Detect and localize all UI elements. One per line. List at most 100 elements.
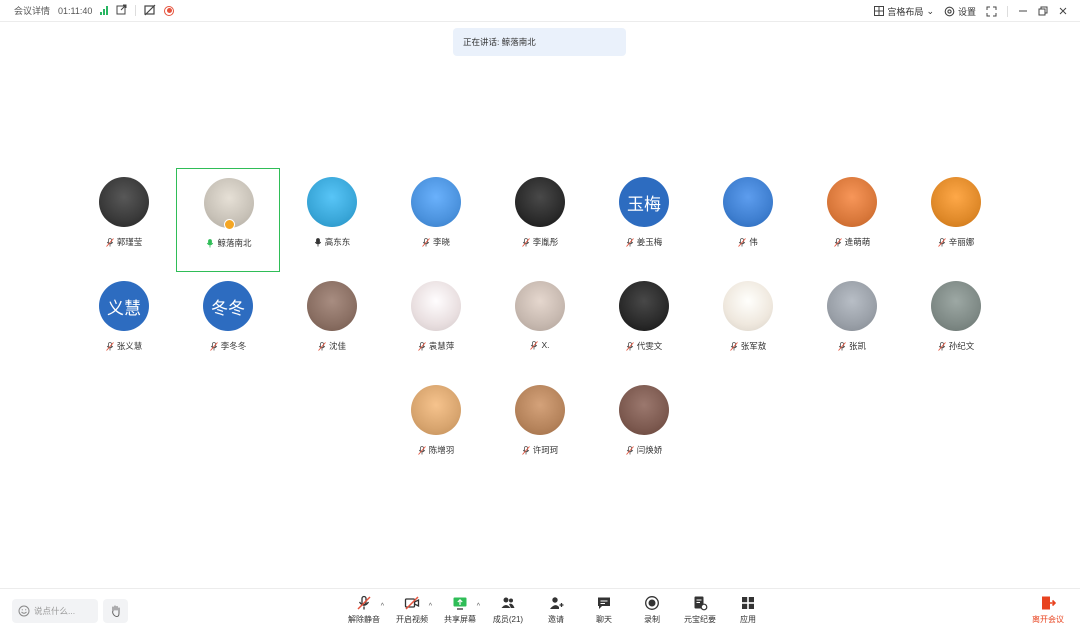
chat-placeholder: 说点什么... <box>34 606 76 616</box>
divider <box>135 5 137 16</box>
caret-up-icon[interactable]: ^ <box>381 603 384 610</box>
leave-label: 离开会议 <box>1032 615 1064 624</box>
participant-tile[interactable]: 冬冬 李冬冬 <box>176 272 280 376</box>
grid-icon <box>874 6 885 16</box>
mic-icon <box>314 237 321 246</box>
meeting-notes-button[interactable]: 元宝纪要 <box>676 595 724 625</box>
participant-tile[interactable]: 许珂珂 <box>488 376 592 480</box>
layout-selector[interactable]: 宫格布局 ⌄ <box>874 5 934 18</box>
avatar <box>515 385 565 435</box>
meeting-timer: 01:11:40 <box>58 5 93 16</box>
avatar <box>411 177 461 227</box>
participant-name-line: 逄萌萌 <box>800 236 904 248</box>
participant-tile[interactable]: 张军敖 <box>696 272 800 376</box>
avatar <box>307 177 357 227</box>
fullscreen-icon[interactable] <box>986 6 997 17</box>
participant-tile[interactable]: 闫焕娇 <box>592 376 696 480</box>
participant-tile[interactable]: 玉梅 姜玉梅 <box>592 168 696 272</box>
window-controls: 宫格布局 ⌄ 设置 <box>864 0 1068 22</box>
participant-name: 张义慧 <box>116 341 143 351</box>
participant-tile[interactable]: 孙纪文 <box>904 272 1008 376</box>
signal-icon[interactable] <box>100 6 109 15</box>
participant-tile[interactable]: 高东东 <box>280 168 384 272</box>
divider <box>1007 5 1008 17</box>
apps-button[interactable]: 应用 <box>724 595 772 625</box>
participant-name-line: X. <box>488 340 592 350</box>
participant-tile[interactable]: 陈增羽 <box>384 376 488 480</box>
recording-icon[interactable] <box>164 5 175 16</box>
participant-name-line: 许珂珂 <box>488 444 592 456</box>
leave-meeting-button[interactable]: 离开会议 <box>1032 595 1064 625</box>
mic-muted-icon <box>729 341 738 351</box>
participant-name: 郭瑾莹 <box>116 237 143 247</box>
participant-tile[interactable]: 袁慧萍 <box>384 272 488 376</box>
start-video-button[interactable]: ^ 开启视频 <box>388 595 436 625</box>
mic-active-icon <box>207 238 214 247</box>
raise-hand-button[interactable] <box>103 599 128 623</box>
participant-tile[interactable]: 义慧张义慧 <box>72 272 176 376</box>
avatar <box>515 281 565 331</box>
participant-tile[interactable]: 郭瑾莹 <box>72 168 176 272</box>
mic-muted-icon <box>838 341 846 351</box>
mic-muted-icon <box>357 595 371 610</box>
exit-icon <box>1042 596 1056 610</box>
toolbar-tools: ^ 解除静音 ^ 开启视频 ^ 共享屏幕 成员(21) 邀请 聊天 录制 元宝纪要 应用 <box>340 595 772 625</box>
participant-tile[interactable]: 李晓 <box>384 168 488 272</box>
record-icon <box>645 596 659 610</box>
tool-label: 开启视频 <box>396 615 428 624</box>
participant-tile[interactable]: 逄萌萌 <box>800 168 904 272</box>
tool-label: 邀请 <box>548 615 564 624</box>
participant-tile[interactable]: 沈佳 <box>280 272 384 376</box>
participant-tile[interactable]: X. <box>488 272 592 376</box>
avatar <box>307 281 357 331</box>
hand-icon <box>111 605 119 618</box>
minimize-icon[interactable] <box>1018 6 1028 16</box>
close-icon[interactable] <box>1058 6 1068 16</box>
participant-tile[interactable]: 李胤彤 <box>488 168 592 272</box>
participant-name: 闫焕娇 <box>636 445 663 455</box>
restore-icon[interactable] <box>1038 6 1048 16</box>
record-button[interactable]: 录制 <box>628 595 676 625</box>
members-button[interactable]: 成员(21) <box>484 595 532 625</box>
caret-up-icon[interactable]: ^ <box>477 603 480 610</box>
tool-label: 共享屏幕 <box>444 615 476 624</box>
invite-button[interactable]: 邀请 <box>532 595 580 625</box>
avatar <box>411 385 461 435</box>
mic-muted-icon <box>105 341 114 351</box>
mic-muted-icon <box>937 237 946 247</box>
participant-name: 伟 <box>749 237 758 247</box>
avatar <box>515 177 565 227</box>
participant-name-line: 沈佳 <box>280 340 384 352</box>
caret-up-icon[interactable]: ^ <box>429 603 432 610</box>
meeting-details-link[interactable]: 会议详情 <box>14 4 50 17</box>
invite-icon <box>550 597 564 609</box>
avatar <box>619 281 669 331</box>
members-icon <box>501 597 515 608</box>
gear-icon <box>944 6 955 16</box>
external-link-icon[interactable] <box>116 4 127 17</box>
participant-name-line: 李胤彤 <box>488 236 592 248</box>
participant-tile[interactable]: 鲸落南北 <box>176 168 280 272</box>
screen-capture-off-icon[interactable] <box>144 4 156 18</box>
unmute-button[interactable]: ^ 解除静音 <box>340 595 388 625</box>
chat-button[interactable]: 聊天 <box>580 595 628 625</box>
tool-label: 元宝纪要 <box>684 615 716 624</box>
tool-label: 聊天 <box>596 615 612 624</box>
avatar <box>723 281 773 331</box>
video-off-icon <box>404 596 420 610</box>
avatar <box>931 281 981 331</box>
participant-name-line: 袁慧萍 <box>384 340 488 352</box>
avatar <box>827 281 877 331</box>
participant-tile[interactable]: 伟 <box>696 168 800 272</box>
mic-muted-icon <box>521 445 530 455</box>
participant-tile[interactable]: 辛丽娜 <box>904 168 1008 272</box>
chat-input[interactable]: 说点什么... <box>12 599 98 623</box>
mic-muted-icon <box>833 237 842 247</box>
participant-name: X. <box>541 340 550 350</box>
share-screen-button[interactable]: ^ 共享屏幕 <box>436 595 484 625</box>
avatar: 义慧 <box>99 281 149 331</box>
layout-label: 宫格布局 <box>887 6 924 17</box>
participant-tile[interactable]: 张凯 <box>800 272 904 376</box>
participant-tile[interactable]: 代雯文 <box>592 272 696 376</box>
settings-button[interactable]: 设置 <box>944 5 976 18</box>
